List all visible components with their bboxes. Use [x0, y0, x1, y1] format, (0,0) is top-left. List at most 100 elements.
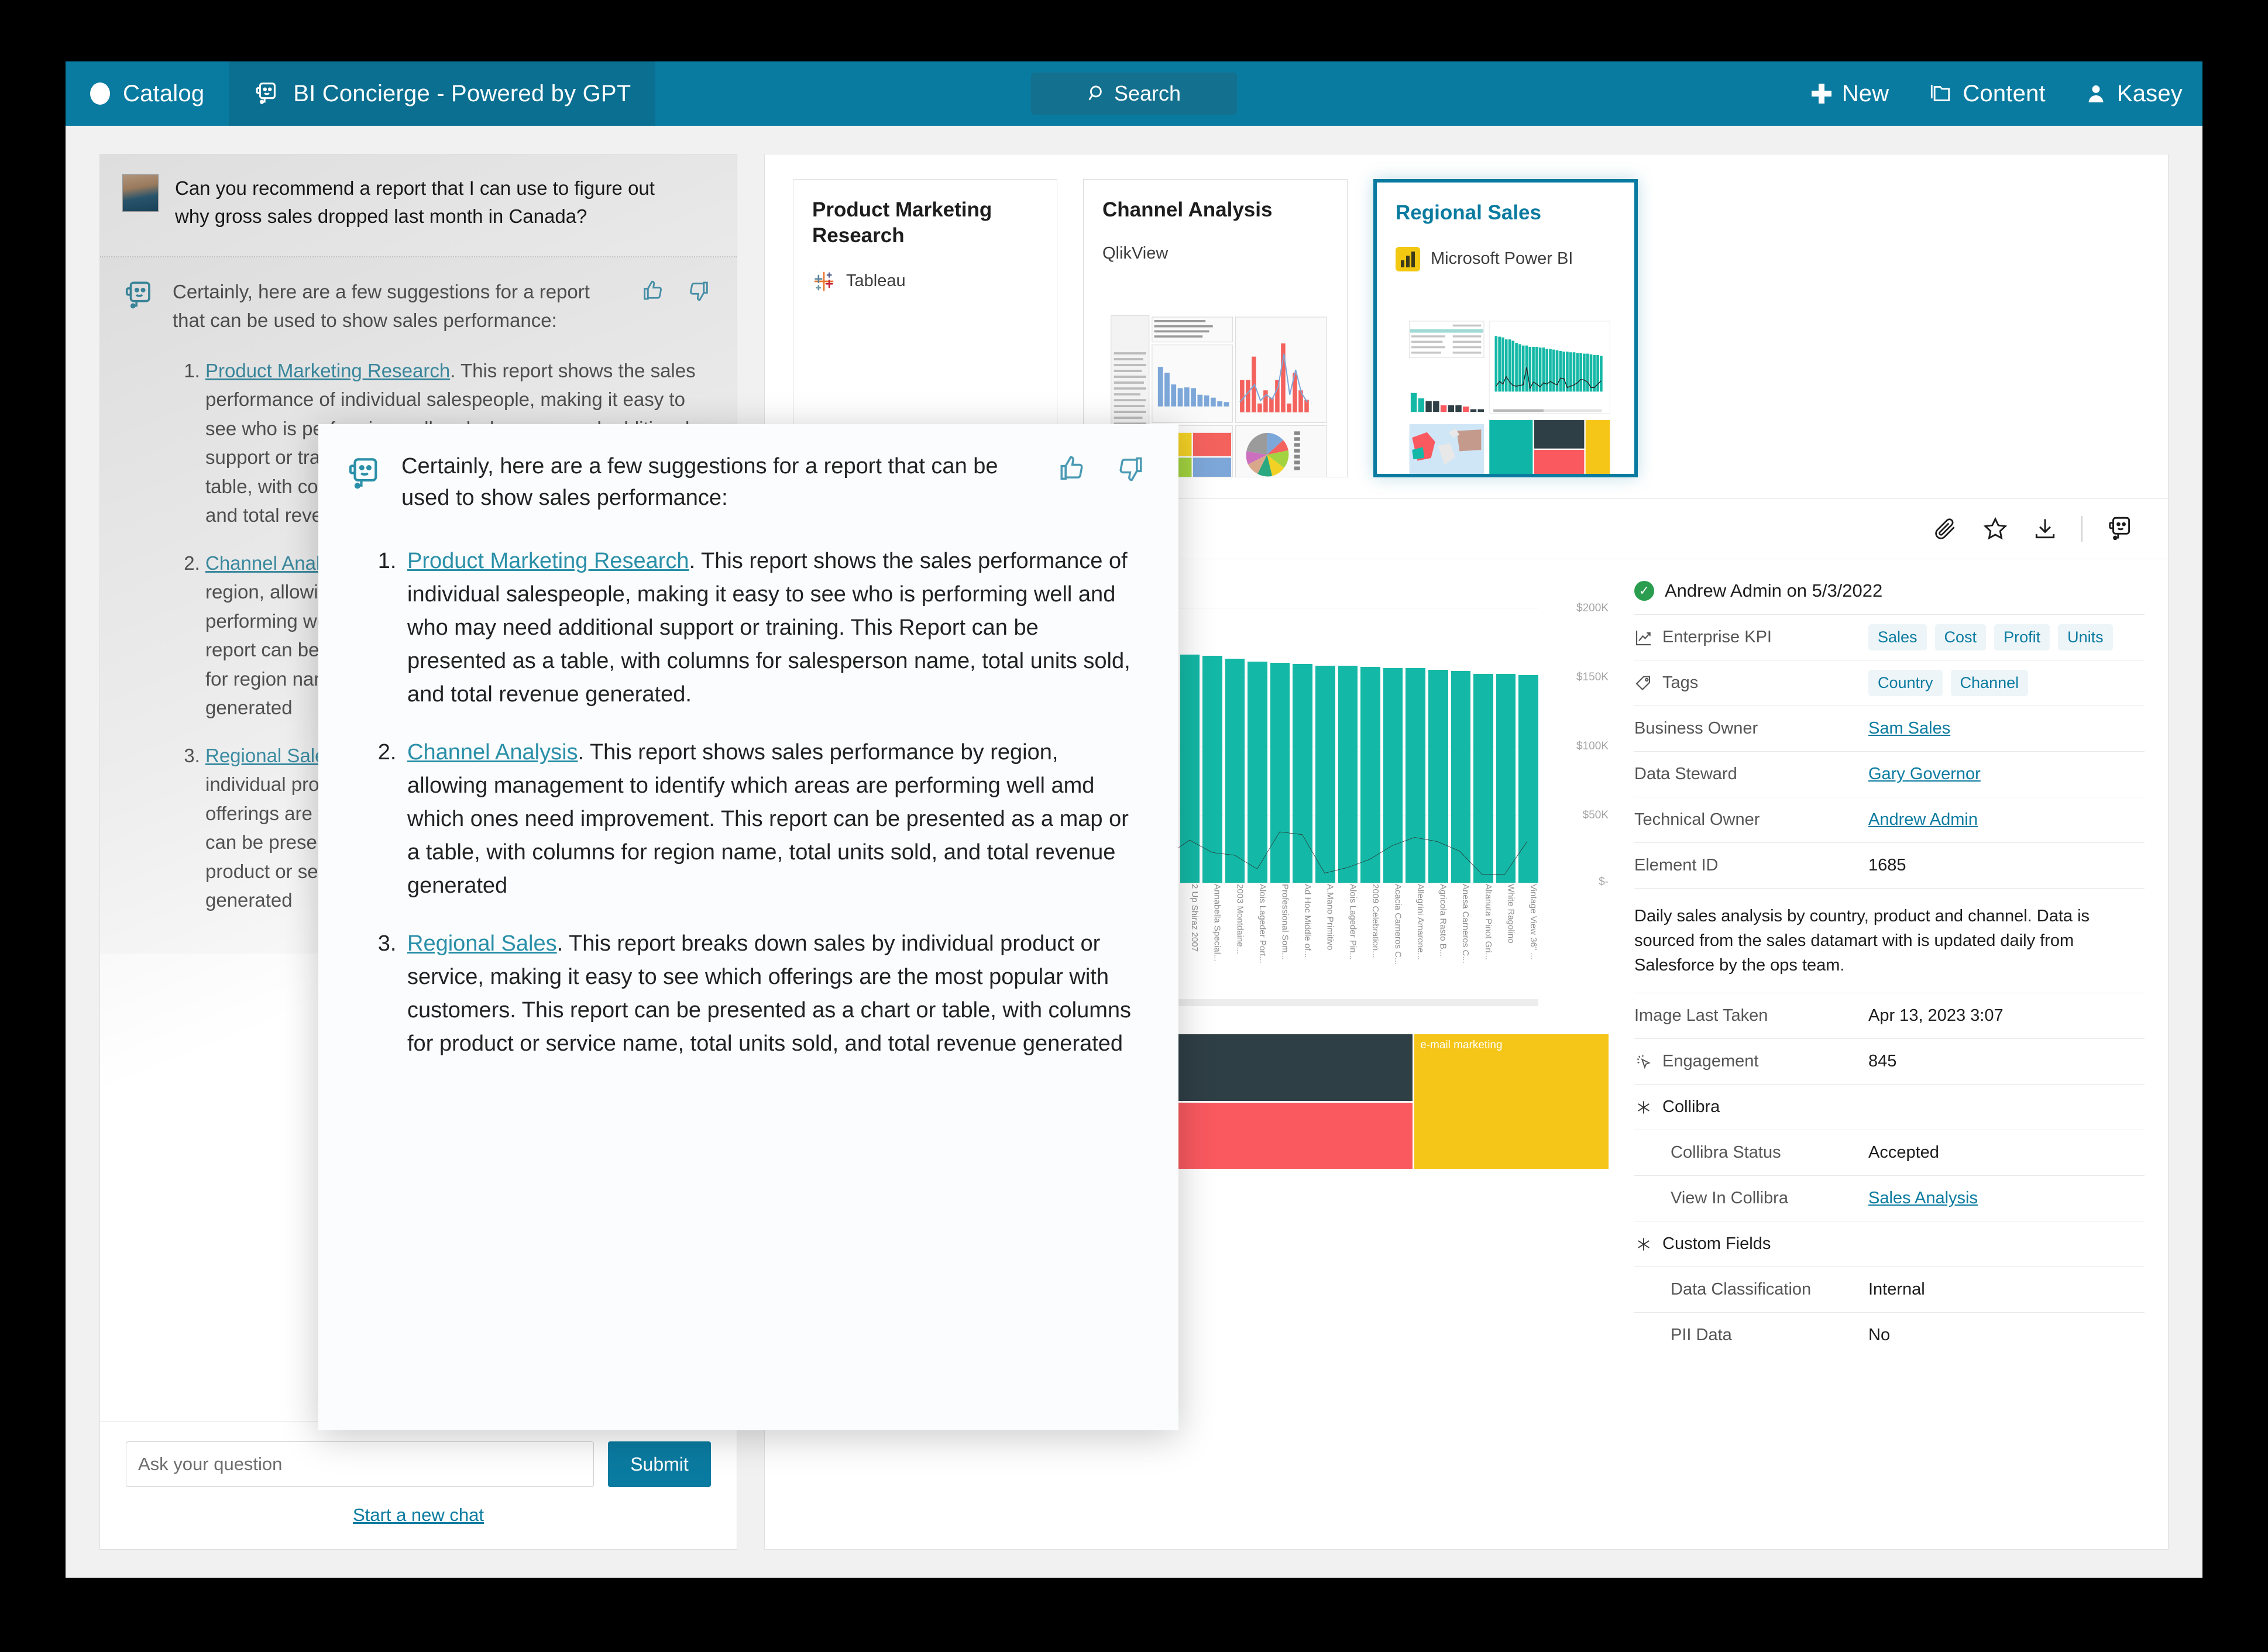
chat-response-popup: Certainly, here are a few suggestions fo…: [318, 424, 1178, 1430]
chat-question-input[interactable]: [126, 1441, 594, 1487]
metadata-label: Collibra: [1634, 1097, 1868, 1117]
metadata-value: Sales Cost Profit Units: [1868, 624, 2113, 651]
nav-bi-concierge[interactable]: BI Concierge - Powered by GPT: [229, 61, 656, 126]
new-button[interactable]: New: [1792, 61, 1909, 126]
x-axis-label: Anesa Carneros C...: [1461, 884, 1471, 963]
metadata-label: Collibra Status: [1671, 1143, 1781, 1162]
metadata-row-enterprise-kpi: Enterprise KPI Sales Cost Profit Units: [1634, 614, 2145, 660]
chat-input-row: Submit: [126, 1441, 711, 1487]
metadata-row-collibra-status: Collibra Status Accepted: [1634, 1130, 2145, 1175]
x-axis-label: A.Mano Primitivo: [1325, 884, 1335, 951]
plus-icon: [1811, 84, 1831, 104]
thumbs-up-icon[interactable]: [641, 278, 665, 303]
report-card-title: Product Marketing Research: [812, 198, 992, 247]
y-tick-2: $100K: [1576, 740, 1609, 752]
metadata-label: View In Collibra: [1671, 1189, 1788, 1208]
content-button[interactable]: Content: [1909, 61, 2066, 126]
chat-user-text: Can you recommend a report that I can us…: [175, 177, 655, 227]
metadata-description: Daily sales analysis by country, product…: [1634, 888, 2145, 993]
nav-catalog[interactable]: Catalog: [66, 61, 229, 126]
chip-cost[interactable]: Cost: [1934, 624, 1987, 651]
x-axis-label: 2 Up Shiraz 2007: [1190, 884, 1200, 952]
link-channel-analysis[interactable]: Channel Analysis: [407, 740, 578, 765]
app-body: Can you recommend a report that I can us…: [66, 126, 2202, 1578]
metadata-value: Accepted: [1868, 1143, 1939, 1162]
x-axis-label: 2003 Montdaine...: [1235, 884, 1245, 955]
asterisk-icon: [1638, 1237, 1650, 1251]
search-icon: [1088, 85, 1102, 101]
download-icon[interactable]: [2032, 516, 2058, 542]
circle-icon: [90, 82, 110, 105]
x-axis-label: Acacia Carneros C...: [1393, 884, 1403, 965]
tableau-icon: [814, 271, 834, 291]
link-product-marketing-research[interactable]: Product Marketing Research: [407, 549, 689, 573]
click-icon: [1637, 1055, 1651, 1069]
header-nav-right: New Content Kasey: [1792, 61, 2202, 126]
link-sales-analysis[interactable]: Sales Analysis: [1868, 1189, 1978, 1208]
powerbi-icon: [1396, 246, 1420, 271]
star-icon[interactable]: [1982, 515, 2009, 542]
thumbs-up-icon[interactable]: [1057, 453, 1087, 484]
chat-message-user: Can you recommend a report that I can us…: [100, 154, 737, 257]
popup-suggestion-list: Product Marketing Research. This report …: [403, 545, 1143, 1061]
folder-icon: [1931, 85, 1950, 101]
bot-icon: [349, 458, 377, 489]
metadata-label: Tags: [1634, 673, 1868, 693]
search-button[interactable]: Search: [1031, 73, 1237, 115]
report-card-title: Channel Analysis: [1102, 198, 1273, 221]
treemap-cell-email-marketing[interactable]: e-mail marketing: [1414, 1034, 1609, 1169]
attachment-icon[interactable]: [1933, 516, 1958, 542]
metadata-value: Apr 13, 2023 3:07: [1868, 1006, 2004, 1025]
thumbs-down-icon[interactable]: [686, 278, 711, 303]
chip-channel[interactable]: Channel: [1950, 670, 2029, 696]
report-card-regional-sales[interactable]: Regional Sales Microsoft Power BI: [1373, 179, 1638, 477]
chat-input-area: Submit Start a new chat: [100, 1421, 737, 1549]
metadata-value: 1685: [1868, 856, 1906, 875]
metadata-label: Data Classification: [1671, 1280, 1812, 1299]
metadata-value: No: [1868, 1326, 1891, 1345]
chip-profit[interactable]: Profit: [1994, 624, 2050, 651]
metadata-value: Andrew Admin: [1868, 810, 1978, 830]
x-axis-label: 2009 Celebration...: [1370, 884, 1380, 958]
link-business-owner[interactable]: Sam Sales: [1868, 719, 1950, 738]
certified-by-label: Andrew Admin on 5/3/2022: [1665, 580, 1883, 601]
start-new-chat-link[interactable]: Start a new chat: [126, 1505, 711, 1526]
link-technical-owner[interactable]: Andrew Admin: [1868, 810, 1978, 830]
list-item: Product Marketing Research. This report …: [403, 545, 1143, 711]
submit-button[interactable]: Submit: [608, 1441, 711, 1487]
x-axis-label: White Ragolino: [1506, 884, 1516, 944]
y-tick-4: $-: [1599, 876, 1609, 888]
feedback-icons: [641, 278, 711, 303]
chip-sales[interactable]: Sales: [1868, 624, 1927, 651]
x-axis-label: Alois Lageder Pin...: [1348, 884, 1358, 961]
metadata-row-element-id: Element ID 1685: [1634, 842, 2145, 888]
user-menu[interactable]: Kasey: [2066, 61, 2202, 126]
trending-up-icon: [1635, 630, 1651, 645]
chip-units[interactable]: Units: [2058, 624, 2113, 651]
metadata-value: Country Channel: [1868, 670, 2029, 696]
report-card-title: Regional Sales: [1396, 201, 1541, 224]
metadata-row-image-last-taken: Image Last Taken Apr 13, 2023 3:07: [1634, 993, 2145, 1038]
chip-country[interactable]: Country: [1868, 670, 1943, 696]
report-card-source-label: Tableau: [846, 271, 906, 290]
link-regional-sales[interactable]: Regional Sales: [205, 745, 335, 766]
x-axis-label: Professional Som...: [1280, 884, 1290, 961]
metadata-value: 845: [1868, 1052, 1897, 1071]
x-axis-label: Vintage View 36" ...: [1528, 884, 1538, 960]
y-tick-1: $150K: [1576, 671, 1609, 683]
link-data-steward[interactable]: Gary Governor: [1868, 765, 1981, 784]
link-product-marketing-research[interactable]: Product Marketing Research: [205, 360, 450, 381]
metadata-label: Technical Owner: [1634, 810, 1760, 829]
certified-row: ✓ Andrew Admin on 5/3/2022: [1634, 574, 2145, 614]
metadata-section-collibra: Collibra: [1634, 1084, 2145, 1130]
metadata-label: Data Steward: [1634, 765, 1737, 783]
link-regional-sales[interactable]: Regional Sales: [407, 931, 557, 956]
thumbs-down-icon[interactable]: [1115, 453, 1146, 484]
metadata-label: Element ID: [1634, 856, 1719, 875]
app-window: Catalog BI Concierge - Powered by GPT Se…: [66, 61, 2202, 1578]
x-axis-label: Agricola Rasto B...: [1438, 884, 1448, 957]
metadata-label: Image Last Taken: [1634, 1006, 1768, 1025]
metadata-row-data-steward: Data Steward Gary Governor: [1634, 751, 2145, 797]
bot-icon[interactable]: [2106, 514, 2135, 543]
y-tick-0: $200K: [1576, 602, 1609, 614]
